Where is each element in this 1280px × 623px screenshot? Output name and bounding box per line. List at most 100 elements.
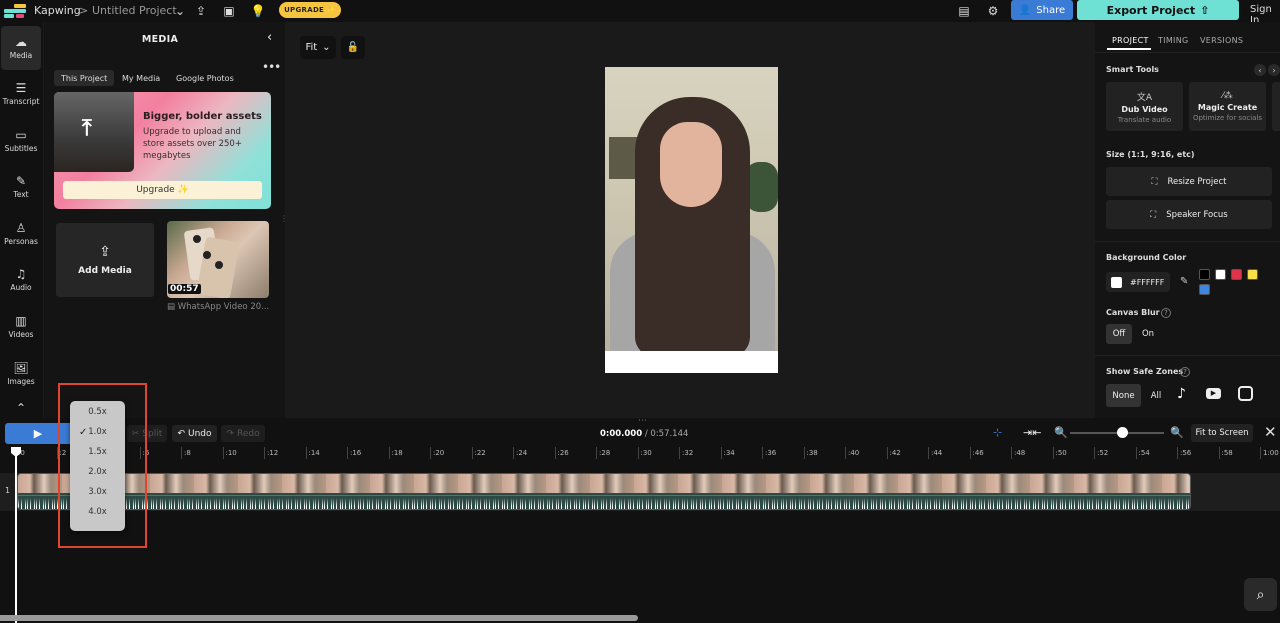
- video-preview[interactable]: [605, 67, 778, 373]
- brand-link[interactable]: Kapwing: [34, 4, 81, 17]
- nav-images[interactable]: 🖼 Images: [1, 352, 41, 396]
- background-color-input[interactable]: #FFFFFF: [1106, 272, 1170, 292]
- ruler-tick: :44: [928, 447, 942, 459]
- youtube-icon[interactable]: ▶: [1206, 388, 1221, 399]
- swatch-blue[interactable]: [1199, 284, 1210, 295]
- swatch-white[interactable]: [1215, 269, 1226, 280]
- safe-zone-none[interactable]: None: [1106, 384, 1141, 407]
- fit-dropdown[interactable]: Fit ⌄: [300, 36, 336, 59]
- chevron-right-icon[interactable]: ›: [1268, 64, 1280, 76]
- nav-media[interactable]: ☁ Media: [1, 26, 41, 70]
- tool-title: Dub Video: [1121, 104, 1168, 114]
- eyedropper-icon[interactable]: ✎: [1180, 276, 1188, 287]
- next-tool-card[interactable]: [1272, 82, 1280, 131]
- search-button[interactable]: ⌕: [1244, 578, 1277, 611]
- lightbulb-icon[interactable]: 💡: [250, 3, 266, 19]
- magic-create-tool[interactable]: ⁄⁂ Magic Create Optimize for socials: [1189, 82, 1266, 131]
- collapse-panel-icon[interactable]: ‹: [267, 30, 272, 45]
- upload-share-icon[interactable]: ⇪: [193, 3, 209, 19]
- timeline-ruler[interactable]: :0:2:4:6:8:10:12:14:16:18:20:22:24:26:28…: [0, 447, 1280, 461]
- image-icon: 🖼: [13, 361, 29, 375]
- asset-duration: 00:57: [168, 284, 201, 294]
- video-clip[interactable]: [17, 473, 1191, 510]
- help-icon[interactable]: ?: [1161, 308, 1171, 318]
- export-project-button[interactable]: Export Project ⇧: [1077, 0, 1239, 20]
- zoom-slider-handle[interactable]: [1116, 427, 1128, 438]
- undo-button[interactable]: ↶ Undo: [172, 425, 217, 442]
- playhead[interactable]: [15, 447, 17, 623]
- more-options-icon[interactable]: •••: [262, 60, 281, 74]
- tab-google-photos[interactable]: Google Photos: [169, 70, 241, 86]
- nav-text[interactable]: ✎ Text: [1, 165, 41, 209]
- nav-more[interactable]: ⌃: [1, 398, 41, 418]
- redo-button[interactable]: ↷ Redo: [221, 425, 265, 442]
- export-icon: ⇧: [1200, 3, 1210, 17]
- breadcrumb-separator: >: [79, 4, 89, 17]
- canvas-blur-label: Canvas Blur: [1106, 308, 1160, 317]
- total-time: / 0:57.144: [644, 429, 689, 439]
- fit-timeline-icon[interactable]: ⇥⇤: [1023, 426, 1041, 439]
- volume-line[interactable]: [18, 495, 1190, 496]
- instagram-icon[interactable]: [1238, 386, 1253, 401]
- nav-videos[interactable]: ▥ Videos: [1, 305, 41, 349]
- resize-icon: ⛶: [1151, 176, 1158, 187]
- share-button[interactable]: 👤 Share: [1011, 0, 1073, 20]
- horizontal-scrollbar[interactable]: [0, 615, 638, 621]
- ruler-tick: :56: [1177, 447, 1191, 459]
- swatch-yellow[interactable]: [1247, 269, 1258, 280]
- nav-personas[interactable]: ♙ Personas: [1, 212, 41, 256]
- add-media-button[interactable]: ⇪ Add Media: [56, 223, 154, 297]
- search-icon: ⌕: [1256, 586, 1265, 603]
- tab-versions[interactable]: VERSIONS: [1200, 36, 1243, 45]
- kapwing-logo-icon[interactable]: [4, 4, 28, 18]
- tab-project[interactable]: PROJECT: [1112, 36, 1149, 45]
- resize-project-button[interactable]: ⛶ Resize Project: [1106, 167, 1272, 196]
- top-bar: Kapwing > Untitled Project ⌄ ⇪ ▣ 💡 UPGRA…: [0, 0, 1280, 26]
- caption-window-icon[interactable]: ▣: [221, 3, 237, 19]
- redo-label: Redo: [236, 428, 260, 439]
- panel-resize-handle[interactable]: ⋮: [280, 214, 288, 224]
- play-icon: ▶: [33, 427, 43, 440]
- chevron-down-icon[interactable]: ⌄: [172, 3, 188, 19]
- asset-name: WhatsApp Video 20...: [177, 302, 270, 312]
- tiktok-icon[interactable]: ♪: [1177, 386, 1186, 402]
- blur-on-option[interactable]: On: [1136, 324, 1160, 344]
- text-edit-icon: ✎: [15, 174, 27, 188]
- snap-icon[interactable]: ⊹: [993, 426, 1002, 439]
- properties-panel: PROJECT TIMING VERSIONS Smart Tools ‹ › …: [1095, 22, 1280, 418]
- ruler-tick: :40: [845, 447, 859, 459]
- project-title[interactable]: Untitled Project: [92, 4, 177, 17]
- speaker-focus-label: Speaker Focus: [1166, 209, 1228, 220]
- swatch-black[interactable]: [1199, 269, 1210, 280]
- comment-icon[interactable]: ▤: [956, 3, 972, 19]
- translate-icon: 文A: [1136, 92, 1153, 103]
- panel-title: MEDIA: [141, 34, 179, 45]
- zoom-in-icon[interactable]: 🔍: [1170, 426, 1184, 439]
- nav-subtitles[interactable]: ▭ Subtitles: [1, 119, 41, 163]
- close-icon[interactable]: ✕: [1264, 423, 1277, 441]
- nav-label: Personas: [4, 237, 38, 246]
- tab-timing[interactable]: TIMING: [1158, 36, 1189, 45]
- zoom-out-icon[interactable]: 🔍: [1054, 426, 1068, 439]
- timeline-resize-handle[interactable]: ⋯: [638, 416, 647, 426]
- gear-icon[interactable]: ⚙: [985, 3, 1001, 19]
- ruler-tick: :36: [762, 447, 776, 459]
- blur-off-option[interactable]: Off: [1106, 324, 1132, 344]
- safe-zones-label: Show Safe Zones: [1106, 367, 1184, 376]
- promo-upgrade-button[interactable]: Upgrade ✨: [63, 181, 262, 199]
- nav-audio[interactable]: ♫ Audio: [1, 258, 41, 302]
- tab-this-project[interactable]: This Project: [54, 70, 115, 86]
- asset-filename: ▤ WhatsApp Video 20...: [167, 302, 269, 312]
- nav-transcript[interactable]: ☰ Transcript: [1, 72, 41, 116]
- swatch-red[interactable]: [1231, 269, 1242, 280]
- upgrade-button[interactable]: UPGRADE ✨: [279, 2, 341, 18]
- fit-to-screen-button[interactable]: Fit to Screen: [1191, 424, 1253, 442]
- chevron-left-icon[interactable]: ‹: [1254, 64, 1266, 76]
- dub-video-tool[interactable]: 文A Dub Video Translate audio: [1106, 82, 1183, 131]
- unlock-icon[interactable]: 🔓: [341, 36, 365, 59]
- help-icon[interactable]: ?: [1180, 367, 1190, 377]
- tab-my-media[interactable]: My Media: [115, 70, 167, 86]
- speaker-focus-button[interactable]: ⛶ Speaker Focus: [1106, 200, 1272, 229]
- ruler-tick: :58: [1218, 447, 1233, 459]
- safe-zone-all[interactable]: All: [1146, 384, 1166, 407]
